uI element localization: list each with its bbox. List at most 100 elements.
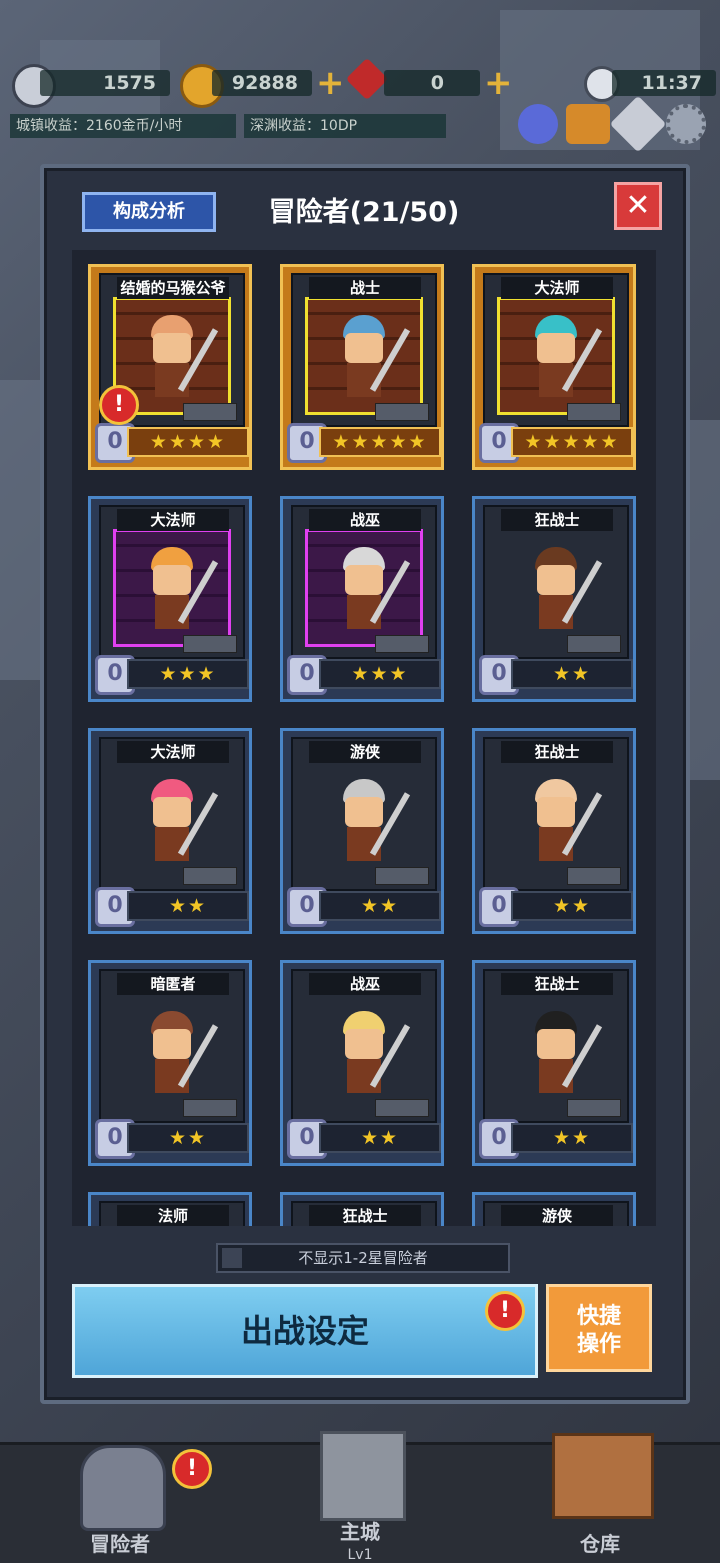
nav-warehouse-label: 仓库 <box>580 1532 620 1556</box>
adventurer-card[interactable]: 战士 0 ★★★★★ <box>280 264 444 470</box>
quick-action-button[interactable]: 快捷 操作 <box>546 1284 652 1372</box>
adventurer-card[interactable]: 战巫 0 ★★ <box>280 960 444 1166</box>
hero-sprite <box>141 779 219 865</box>
gear-icon[interactable] <box>666 104 706 144</box>
knight-helmet-icon <box>80 1445 166 1531</box>
portrait-frame: 法师 <box>99 1201 245 1226</box>
star-rating: ★★ <box>127 891 249 921</box>
hero-face <box>153 797 191 827</box>
gem-counter: 0 <box>384 70 480 96</box>
alert-icon: ! <box>99 385 139 425</box>
adventurer-card[interactable]: 游侠0 <box>472 1192 636 1226</box>
equipment-slots <box>567 403 621 421</box>
adventurer-card[interactable]: 大法师 0 ★★ <box>88 728 252 934</box>
adventurer-class-name: 狂战士 <box>501 973 613 995</box>
portrait-frame: 大法师 <box>99 505 245 659</box>
party-icon[interactable] <box>518 104 558 144</box>
adventurer-card[interactable]: 狂战士 0 ★★ <box>472 960 636 1166</box>
hero-sprite <box>525 547 603 633</box>
hero-face <box>345 1029 383 1059</box>
adventurer-class-name: 狂战士 <box>501 741 613 763</box>
composition-analysis-button[interactable]: 构成分析 <box>82 192 216 232</box>
adventurer-panel: 构成分析 冒险者(21/50) ✕ 结婚的马猴公爷 0 ★★★★! 战士 0 ★★★★★ 大… <box>40 164 690 1404</box>
equipment-slots <box>375 1099 429 1117</box>
nav-castle-level: Lv1 <box>347 1547 373 1563</box>
adventurer-card[interactable]: 狂战士 0 ★★ <box>472 728 636 934</box>
adventurer-card[interactable]: 狂战士0 <box>280 1192 444 1226</box>
star-rating: ★★★★★ <box>511 427 633 457</box>
portrait-frame: 狂战士 <box>291 1201 437 1226</box>
adventurer-class-name: 法师 <box>117 1205 229 1226</box>
adventurer-grid[interactable]: 结婚的马猴公爷 0 ★★★★! 战士 0 ★★★★★ 大法师 0 ★★★★★ 大法师 0 ★★★ 战巫 0… <box>72 250 656 1226</box>
portrait-frame: 战巫 <box>291 969 437 1123</box>
abyss-income: 深渊收益：10DP <box>244 114 446 138</box>
adventurer-card[interactable]: 结婚的马猴公爷 0 ★★★★! <box>88 264 252 470</box>
hero-face <box>345 565 383 595</box>
nav-warehouse[interactable]: 仓库 <box>480 1433 720 1563</box>
compass-icon[interactable] <box>609 95 667 153</box>
star-rating: ★★ <box>511 659 633 689</box>
adventurer-card[interactable]: 狂战士 0 ★★ <box>472 496 636 702</box>
star-rating: ★★★ <box>319 659 441 689</box>
hero-sprite <box>333 315 411 401</box>
portrait-frame: 狂战士 <box>483 737 629 891</box>
king-icon[interactable] <box>566 104 610 144</box>
warehouse-icon <box>552 1433 654 1519</box>
town-income: 城镇收益：2160金币/小时 <box>10 114 236 138</box>
adventurer-class-name: 游侠 <box>501 1205 613 1226</box>
hero-face <box>537 1029 575 1059</box>
equipment-slots <box>183 635 237 653</box>
equipment-slots <box>183 1099 237 1117</box>
portrait-frame: 狂战士 <box>483 969 629 1123</box>
adventurer-card[interactable]: 游侠 0 ★★ <box>280 728 444 934</box>
add-gem-button[interactable]: + <box>484 66 513 100</box>
gem-icon <box>345 57 389 101</box>
soul-counter: 1575 <box>40 70 170 96</box>
hero-face <box>537 333 575 363</box>
quick-label-2: 操作 <box>576 1332 621 1357</box>
portrait-frame: 战士 <box>291 273 437 427</box>
star-rating: ★★★★ <box>127 427 249 457</box>
gold-counter: 92888 <box>212 70 312 96</box>
portrait-frame: 狂战士 <box>483 505 629 659</box>
adventurer-class-name: 大法师 <box>501 277 613 299</box>
star-rating: ★★ <box>511 891 633 921</box>
nav-castle[interactable]: 主城 Lv1 <box>240 1431 480 1563</box>
equipment-slots <box>183 403 237 421</box>
toggle-checkbox[interactable] <box>222 1248 242 1268</box>
adventurer-class-name: 大法师 <box>117 741 229 763</box>
nav-castle-label: 主城 <box>340 1520 380 1544</box>
soul-value: 1575 <box>103 72 156 94</box>
adventurer-card[interactable]: 法师0 <box>88 1192 252 1226</box>
toggle-label: 不显示1-2星冒险者 <box>298 1249 428 1267</box>
add-gold-button[interactable]: + <box>316 66 345 100</box>
star-rating: ★★★ <box>127 659 249 689</box>
equipment-slots <box>567 1099 621 1117</box>
adventurer-class-name: 大法师 <box>117 509 229 531</box>
close-button[interactable]: ✕ <box>614 182 662 230</box>
hero-sprite <box>141 1011 219 1097</box>
castle-icon <box>320 1431 406 1521</box>
portrait-frame: 大法师 <box>483 273 629 427</box>
adventurer-class-name: 狂战士 <box>309 1205 421 1226</box>
equipment-slots <box>567 635 621 653</box>
adventurer-card[interactable]: 大法师 0 ★★★★★ <box>472 264 636 470</box>
hero-sprite <box>141 547 219 633</box>
star-rating: ★★ <box>319 891 441 921</box>
nav-adventurers[interactable]: ! 冒险者 <box>0 1445 240 1563</box>
hide-low-star-toggle[interactable]: 不显示1-2星冒险者 <box>216 1243 510 1273</box>
adventurer-card[interactable]: 大法师 0 ★★★ <box>88 496 252 702</box>
gem-value: 0 <box>430 72 444 94</box>
portrait-frame: 暗匿者 <box>99 969 245 1123</box>
equipment-slots <box>375 867 429 885</box>
equipment-slots <box>375 635 429 653</box>
alert-icon: ! <box>485 1291 525 1331</box>
hero-sprite <box>333 547 411 633</box>
time-value: 11:37 <box>641 72 702 94</box>
adventurer-card[interactable]: 战巫 0 ★★★ <box>280 496 444 702</box>
portrait-frame: 游侠 <box>483 1201 629 1226</box>
deploy-settings-button[interactable]: 出战设定 ! <box>72 1284 538 1378</box>
deploy-label: 出战设定 <box>240 1312 369 1350</box>
star-rating: ★★ <box>319 1123 441 1153</box>
adventurer-card[interactable]: 暗匿者 0 ★★ <box>88 960 252 1166</box>
